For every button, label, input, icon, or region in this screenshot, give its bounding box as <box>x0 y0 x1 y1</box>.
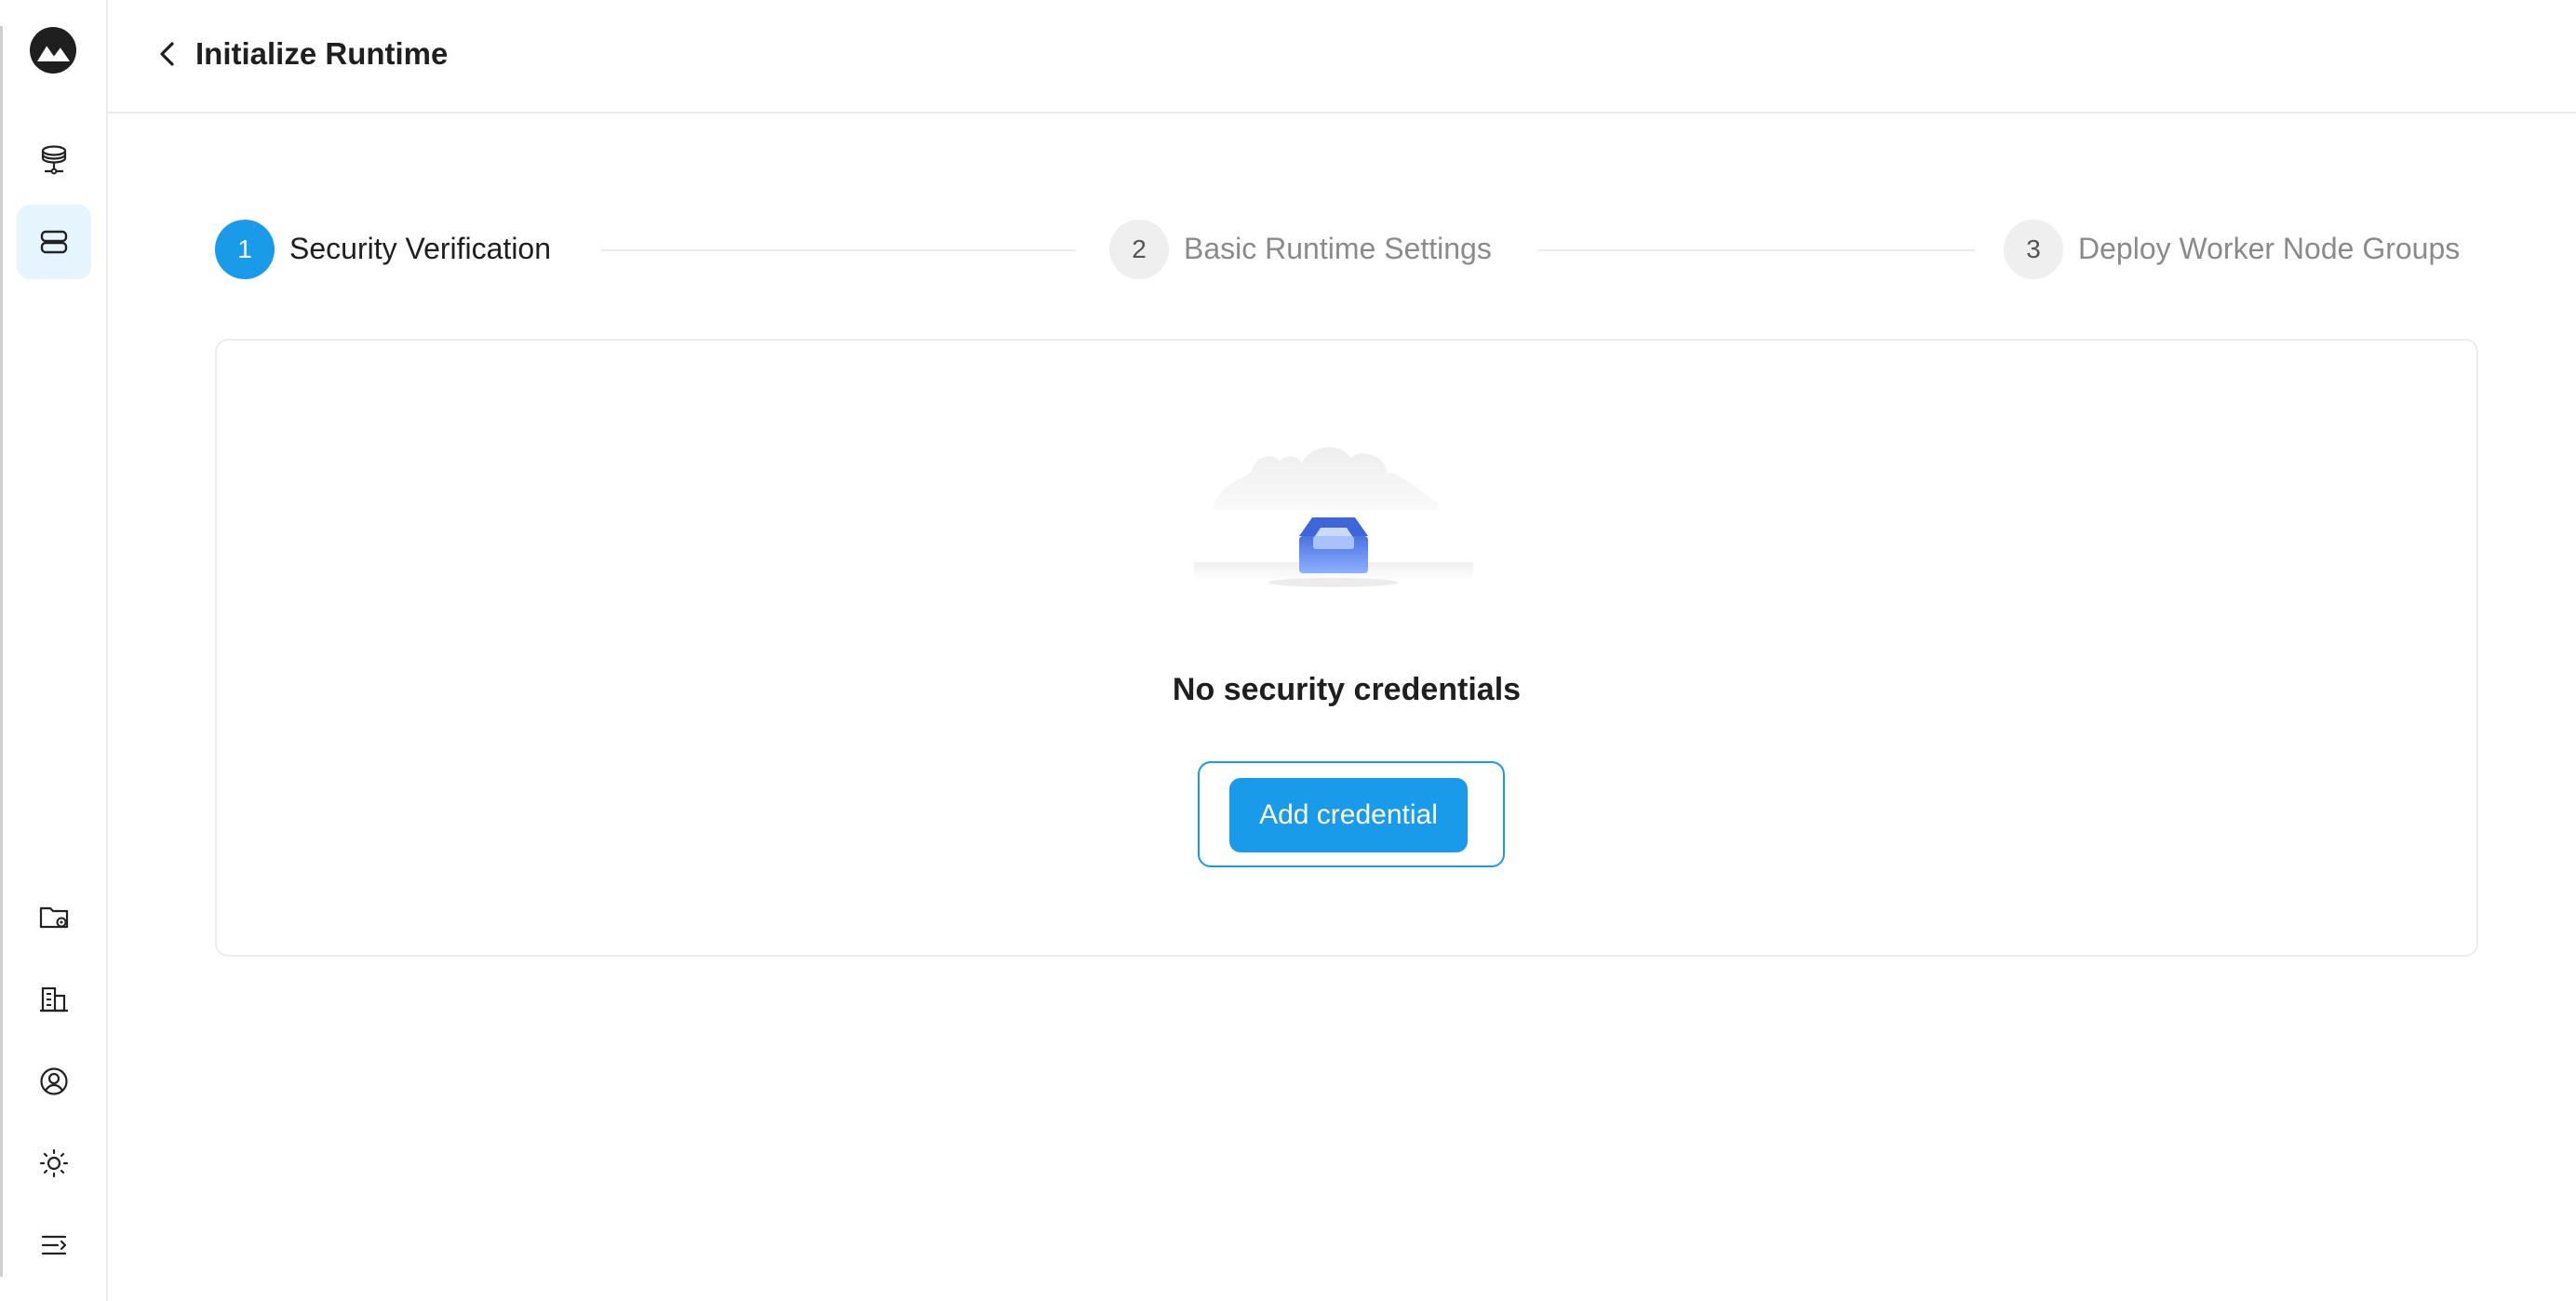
empty-state-title: No security credentials <box>1172 672 1522 707</box>
empty-inbox-icon <box>1194 447 1473 587</box>
sidebar <box>0 0 108 1301</box>
nav-collapse[interactable] <box>17 1208 91 1282</box>
app-root: Initialize Runtime 1 Security Verificati… <box>0 0 2576 1301</box>
nav-servers[interactable] <box>17 205 91 279</box>
step-2-number: 2 <box>1109 220 1169 279</box>
nav-account[interactable] <box>17 1044 91 1119</box>
menu-collapse-icon <box>41 1235 67 1255</box>
database-network-icon <box>41 145 67 175</box>
add-credential-focus-ring: Add credential <box>1198 761 1505 867</box>
empty-inbox-illustration <box>1194 434 1473 592</box>
building-icon <box>40 986 68 1013</box>
step-1-number: 1 <box>215 220 275 279</box>
back-button[interactable] <box>149 35 186 73</box>
nav-theme-toggle[interactable] <box>17 1126 91 1200</box>
user-circle-icon <box>40 1067 68 1095</box>
page-title: Initialize Runtime <box>195 36 449 71</box>
nav-organization[interactable] <box>17 962 91 1037</box>
chevron-left-icon <box>160 42 174 66</box>
sun-icon <box>39 1148 69 1178</box>
app-logo[interactable] <box>29 26 77 74</box>
step-3-number: 3 <box>2004 220 2063 279</box>
step-1-label: Security Verification <box>289 232 552 265</box>
server-stack-icon <box>40 230 68 254</box>
credentials-card: No security credentials Add credential <box>215 339 2478 957</box>
page-header: Initialize Runtime <box>108 0 2576 114</box>
step-2-label: Basic Runtime Settings <box>1184 232 1492 265</box>
sidebar-edge <box>0 26 3 1277</box>
step-connector-2 <box>1537 249 1975 251</box>
step-3-label: Deploy Worker Node Groups <box>2078 232 2461 265</box>
nav-folder-settings[interactable] <box>17 879 91 954</box>
folder-settings-icon <box>39 906 69 929</box>
nav-database[interactable] <box>17 123 91 197</box>
step-connector-1 <box>601 249 1076 251</box>
add-credential-button[interactable]: Add credential <box>1229 778 1468 852</box>
